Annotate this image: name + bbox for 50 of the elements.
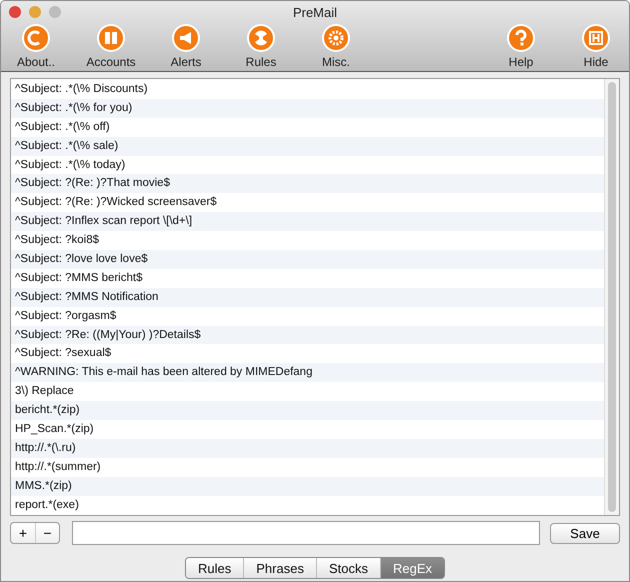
list-row[interactable]: ^Subject: ?MMS Notification — [11, 288, 604, 307]
list-row[interactable]: ^Subject: ?orgasm$ — [11, 306, 604, 326]
toolbar-icon — [246, 23, 276, 53]
remove-button[interactable]: − — [35, 523, 59, 543]
close-button[interactable] — [9, 6, 21, 18]
list-row[interactable]: ^Subject: .*(\% sale) — [11, 136, 604, 156]
toolbar-icon — [21, 23, 51, 53]
list-row[interactable]: ^WARNING: This e-mail has been altered by MIMEDefang — [11, 363, 604, 382]
toolbar-button[interactable]: About.. — [5, 23, 67, 71]
list-row[interactable]: ^Subject: .*(\% Discounts) — [11, 80, 604, 99]
toolbar-icon — [581, 23, 611, 53]
scrollbar-thumb[interactable] — [608, 82, 616, 512]
list-row[interactable]: ^Subject: ?koi8$ — [11, 231, 604, 250]
list-row[interactable]: MMS.*(zip) — [11, 476, 604, 496]
list-row[interactable]: ^Subject: ?love love love$ — [11, 250, 604, 269]
toolbar-button[interactable]: Alerts — [155, 23, 217, 71]
list-row[interactable]: ^Subject: ?(Re: )?Wicked screensaver$ — [11, 193, 604, 212]
add-button[interactable]: + — [11, 523, 35, 543]
toolbar-button[interactable]: Accounts — [80, 23, 142, 71]
list-row[interactable]: ^Subject: .*(\% off) — [11, 118, 604, 137]
tab[interactable]: Rules — [186, 558, 244, 578]
zoom-button[interactable] — [49, 6, 61, 18]
tab[interactable]: Phrases — [243, 558, 316, 578]
list-row[interactable]: ^Subject: ?Re: ((My|Your) )?Details$ — [11, 326, 604, 344]
list-row[interactable]: ^Subject: ?(Re: )?That movie$ — [11, 174, 604, 194]
toolbar-button[interactable]: Hide — [565, 23, 627, 71]
input-field[interactable] — [72, 521, 540, 545]
minimize-button[interactable] — [29, 6, 41, 18]
toolbar-icon — [321, 23, 351, 53]
tab[interactable]: Stocks — [316, 558, 380, 578]
list-row[interactable]: 3\) Replace — [11, 382, 604, 402]
toolbar-icon — [171, 23, 201, 53]
list-row[interactable]: ^Subject: ?Inflex scan report \[\d+\] — [11, 212, 604, 232]
list-row[interactable]: ^Subject: .*(\% today) — [11, 156, 604, 174]
list-row[interactable]: http://.*(summer) — [11, 458, 604, 477]
list-row[interactable]: report.*(exe) — [11, 496, 604, 514]
list-row[interactable]: ^Subject: ?sexual$ — [11, 344, 604, 364]
toolbar-button[interactable]: Rules — [230, 23, 292, 71]
list-row[interactable]: HP_Scan.*(zip) — [11, 420, 604, 439]
toolbar-button[interactable]: Misc. — [305, 23, 367, 71]
list-row[interactable]: bericht.*(zip) — [11, 401, 604, 420]
tab[interactable]: RegEx — [380, 558, 444, 578]
list-row[interactable]: ^Subject: .*(\% for you) — [11, 98, 604, 118]
toolbar-button[interactable]: Help — [490, 23, 552, 71]
window-title: PreMail — [292, 4, 338, 20]
save-button[interactable]: Save — [550, 522, 620, 544]
list-row[interactable]: ^Subject: ?MMS bericht$ — [11, 268, 604, 288]
toolbar-icon — [506, 23, 536, 53]
toolbar-icon — [96, 23, 126, 53]
list-row[interactable]: http://.*(\.ru) — [11, 438, 604, 458]
